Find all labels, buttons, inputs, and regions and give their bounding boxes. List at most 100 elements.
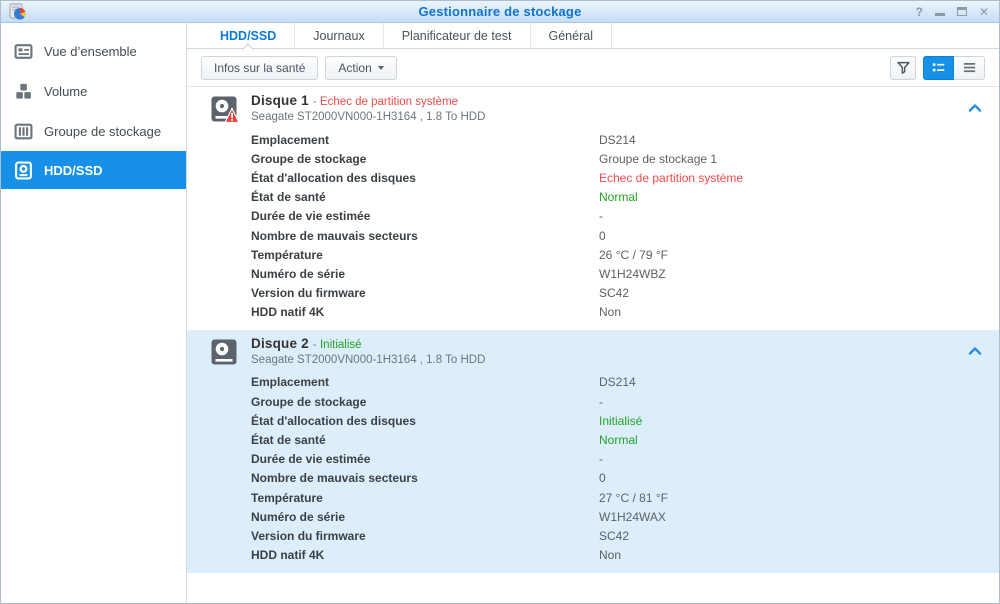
- detail-value: Normal: [599, 190, 638, 204]
- toolbar: Infos sur la santé Action: [187, 49, 999, 86]
- sidebar-item-label: HDD/SSD: [44, 163, 103, 178]
- detail-label: HDD natif 4K: [251, 305, 599, 319]
- sidebar-item-label: Vue d’ensemble: [44, 44, 137, 59]
- detail-label: Version du firmware: [251, 529, 599, 543]
- filter-icon[interactable]: [890, 56, 916, 80]
- detail-value: Groupe de stockage 1: [599, 152, 717, 166]
- detail-value: Echec de partition système: [599, 171, 743, 185]
- disk-model: Seagate ST2000VN000-1H3164 , 1.8 To HDD: [251, 353, 485, 368]
- health-info-button[interactable]: Infos sur la santé: [201, 56, 318, 80]
- detail-label: Emplacement: [251, 375, 599, 389]
- volume-icon: [14, 82, 33, 101]
- help-icon[interactable]: ?: [916, 5, 923, 19]
- detail-value: Initialisé: [599, 414, 642, 428]
- detail-value: 0: [599, 471, 606, 485]
- detail-value: 26 °C / 79 °F: [599, 248, 668, 262]
- detail-value: Normal: [599, 433, 638, 447]
- action-button[interactable]: Action: [325, 56, 396, 80]
- close-icon[interactable]: ✕: [979, 5, 989, 19]
- main-content: HDD/SSDJournaux Planificateur de test Géné…: [187, 23, 999, 603]
- disk-list: Disque 1 - Echec de partition système Se…: [187, 86, 999, 603]
- disk-status-separator: -: [313, 94, 320, 108]
- disk-header: Disque 1 - Echec de partition système Se…: [209, 93, 979, 127]
- disk-detail-row: État d'allocation des disquesInitialisé: [251, 411, 979, 430]
- sidebar-item-label: Groupe de stockage: [44, 124, 161, 139]
- disk-detail-row: Numéro de sérieW1H24WAX: [251, 507, 979, 526]
- disk-detail-row: Durée de vie estimée-: [251, 207, 979, 226]
- disk-detail-row: Durée de vie estimée-: [251, 450, 979, 469]
- disk-panel-disque-2[interactable]: Disque 2 - Initialisé Seagate ST2000VN00…: [187, 330, 999, 573]
- disk-detail-row: Groupe de stockage-: [251, 392, 979, 411]
- detail-value: SC42: [599, 286, 629, 300]
- disk-detail-row: EmplacementDS214: [251, 373, 979, 392]
- tab-bar: HDD/SSDJournaux Planificateur de test Géné…: [187, 23, 999, 49]
- detail-label: Emplacement: [251, 133, 599, 147]
- detail-value: W1H24WBZ: [599, 267, 666, 281]
- detail-value: Non: [599, 305, 621, 319]
- disk-detail-row: Température27 °C / 81 °F: [251, 488, 979, 507]
- detail-label: Version du firmware: [251, 286, 599, 300]
- sidebar-item-groupe-de-stockage[interactable]: Groupe de stockage: [1, 111, 186, 151]
- disk-header: Disque 2 - Initialisé Seagate ST2000VN00…: [209, 336, 979, 370]
- window-title: Gestionnaire de stockage: [1, 4, 999, 19]
- overview-icon: [14, 42, 33, 61]
- tab-hdd-ssd[interactable]: HDD/SSD: [202, 23, 295, 48]
- detail-value: -: [599, 452, 603, 466]
- sidebar-item-hdd-ssd[interactable]: HDD/SSD: [1, 151, 186, 189]
- disk-detail-rows: EmplacementDS214Groupe de stockage-État …: [251, 373, 979, 565]
- detail-label: Température: [251, 491, 599, 505]
- detail-value: 27 °C / 81 °F: [599, 491, 668, 505]
- storage-group-icon: [14, 122, 33, 141]
- disk-status-separator: -: [313, 337, 320, 351]
- tab-label: Général: [549, 29, 593, 43]
- detail-value: -: [599, 209, 603, 223]
- detail-value: DS214: [599, 375, 636, 389]
- detail-label: Durée de vie estimée: [251, 452, 599, 466]
- sidebar-item-vue-d-ensemble[interactable]: Vue d’ensemble: [1, 31, 186, 71]
- tab-journaux[interactable]: Journaux: [295, 23, 383, 48]
- storage-manager-window: Gestionnaire de stockage ? ✕ Vue d’ensem…: [0, 0, 1000, 604]
- disk-detail-row: Température26 °C / 79 °F: [251, 245, 979, 264]
- disk-detail-rows: EmplacementDS214Groupe de stockageGroupe…: [251, 130, 979, 322]
- detail-label: Température: [251, 248, 599, 262]
- disk-detail-row: Groupe de stockageGroupe de stockage 1: [251, 149, 979, 168]
- minimize-icon[interactable]: [935, 3, 945, 21]
- hdd-icon: [14, 161, 33, 180]
- disk-detail-row: EmplacementDS214: [251, 130, 979, 149]
- compact-view-icon[interactable]: [954, 56, 985, 80]
- sidebar-item-label: Volume: [44, 84, 87, 99]
- disk-status: Echec de partition système: [320, 96, 458, 108]
- detail-value: SC42: [599, 529, 629, 543]
- titlebar[interactable]: Gestionnaire de stockage ? ✕: [1, 1, 999, 23]
- detail-label: HDD natif 4K: [251, 548, 599, 562]
- detail-label: État de santé: [251, 190, 599, 204]
- maximize-icon[interactable]: [957, 3, 967, 21]
- action-label: Action: [338, 61, 371, 75]
- sidebar-item-volume[interactable]: Volume: [1, 71, 186, 111]
- disk-detail-row: État de santéNormal: [251, 188, 979, 207]
- hdd-icon: [209, 337, 239, 367]
- hdd-icon: [209, 94, 239, 124]
- disk-detail-row: Version du firmwareSC42: [251, 526, 979, 545]
- chevron-up-icon[interactable]: [968, 100, 982, 110]
- sidebar: Vue d’ensemble Volume Groupe de stockage HD…: [1, 23, 187, 603]
- disk-name: Disque 1: [251, 93, 309, 108]
- detail-value: W1H24WAX: [599, 510, 666, 524]
- detail-label: État de santé: [251, 433, 599, 447]
- chevron-up-icon[interactable]: [968, 343, 982, 353]
- detail-label: Groupe de stockage: [251, 395, 599, 409]
- detail-value: -: [599, 395, 603, 409]
- list-view-icon[interactable]: [923, 56, 954, 80]
- tab-label: Planificateur de test: [402, 29, 512, 43]
- disk-name: Disque 2: [251, 336, 309, 351]
- disk-panel-disque-1[interactable]: Disque 1 - Echec de partition système Se…: [187, 87, 999, 330]
- disk-detail-row: État de santéNormal: [251, 430, 979, 449]
- disk-detail-row: Nombre de mauvais secteurs0: [251, 469, 979, 488]
- tab-g-n-ral[interactable]: Général: [531, 23, 612, 48]
- disk-detail-row: HDD natif 4KNon: [251, 303, 979, 322]
- detail-label: Groupe de stockage: [251, 152, 599, 166]
- tab-planificateur-de-test[interactable]: Planificateur de test: [384, 23, 531, 48]
- view-mode-switch: [923, 56, 985, 80]
- disk-detail-row: Version du firmwareSC42: [251, 284, 979, 303]
- disk-model: Seagate ST2000VN000-1H3164 , 1.8 To HDD: [251, 110, 485, 125]
